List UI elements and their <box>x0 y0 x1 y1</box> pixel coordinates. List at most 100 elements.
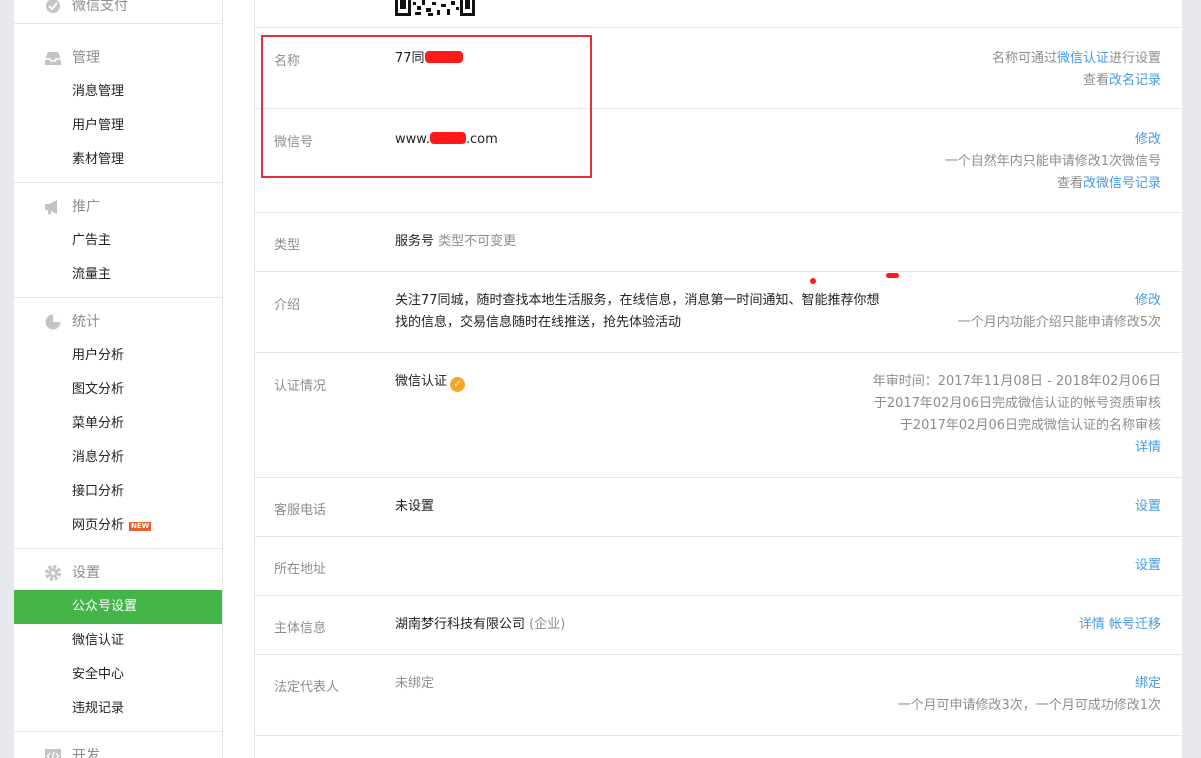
set-phone-link[interactable]: 设置 <box>1135 499 1161 514</box>
sidebar-group-promote: 推广 广告主 流量主 <box>14 190 222 298</box>
wechat-id-hint: 一个自然年内只能申请修改1次微信号 <box>944 154 1161 169</box>
wechat-id-records-link[interactable]: 改微信号记录 <box>1083 176 1161 191</box>
sidebar-item-advertiser[interactable]: 广告主 <box>14 224 222 258</box>
sidebar-group-develop: 开发 <box>14 739 222 758</box>
name-value-text: 77同 <box>395 51 425 66</box>
verification-value-text: 微信认证 <box>395 374 448 389</box>
intro-line-1: 关注77同城，随时查找本地生活服务，在线信息，消息第一时间通知、智能推荐你想 <box>395 293 880 308</box>
account-settings-panel: 名称 77同 名称可通过微信认证进行设置 查看改名记录 微信号 www. .com… <box>254 0 1183 758</box>
account-migration-link[interactable]: 帐号迁移 <box>1109 617 1161 632</box>
sidebar-item-label: 网页分析 <box>72 518 125 533</box>
wechat-id-hints: 修改 一个自然年内只能申请修改1次微信号 查看改微信号记录 <box>945 129 1161 195</box>
sidebar-group-label: 设置 <box>72 565 100 581</box>
sidebar-item-label: 安全中心 <box>72 667 125 682</box>
sidebar-item-api-analysis[interactable]: 接口分析 <box>14 475 222 509</box>
modify-wechat-id-link[interactable]: 修改 <box>1135 132 1161 147</box>
wechat-id-prefix: www. <box>395 132 430 147</box>
wechat-id-value: www. .com <box>395 129 498 151</box>
intro-label: 介绍 <box>274 298 301 313</box>
sidebar-group-label: 推广 <box>72 199 100 215</box>
set-address-link[interactable]: 设置 <box>1135 558 1161 573</box>
legal-rep-label: 法定代表人 <box>274 680 340 695</box>
sidebar-item-traffic-owner[interactable]: 流量主 <box>14 258 222 292</box>
sidebar-item-wechat-verify[interactable]: 微信认证 <box>14 624 222 658</box>
sidebar-group-label: 开发 <box>72 748 100 758</box>
intro-hints: 修改 一个月内功能介绍只能申请修改5次 <box>958 290 1161 334</box>
gear-icon <box>45 565 61 581</box>
sidebar-item-label: 素材管理 <box>72 152 125 167</box>
sidebar-group-title-settings: 设置 <box>14 556 222 590</box>
wechat-verify-link[interactable]: 微信认证 <box>1057 51 1109 66</box>
sidebar-item-user-analysis[interactable]: 用户分析 <box>14 339 222 373</box>
code-icon <box>45 749 61 758</box>
verification-value: 微信认证 ✓ <box>395 371 466 393</box>
sidebar-item-material-management[interactable]: 素材管理 <box>14 143 222 177</box>
wechat-pay-icon <box>46 0 60 13</box>
pie-chart-icon <box>45 314 61 330</box>
wechat-id-row: 微信号 www. .com 修改 一个自然年内只能申请修改1次微信号 查看改微信号… <box>255 109 1182 213</box>
rename-records-link[interactable]: 改名记录 <box>1109 73 1161 88</box>
name-hint-suffix: 进行设置 <box>1108 51 1161 66</box>
wechat-id-suffix: .com <box>465 132 498 147</box>
type-value-text: 服务号 <box>395 234 435 249</box>
name-hints: 名称可通过微信认证进行设置 查看改名记录 <box>992 48 1161 92</box>
annual-review-time: 年审时间：2017年11月08日 - 2018年02月06日 <box>872 374 1161 389</box>
inbox-icon <box>45 52 61 65</box>
sidebar-item-menu-analysis[interactable]: 菜单分析 <box>14 407 222 441</box>
sidebar-item-label: 消息分析 <box>72 450 125 465</box>
modify-intro-link[interactable]: 修改 <box>1135 293 1161 308</box>
sidebar-item-label: 菜单分析 <box>72 416 125 431</box>
redaction-mark <box>424 51 463 63</box>
verified-check-icon: ✓ <box>450 377 466 392</box>
legal-rep-actions: 绑定 一个月可申请修改3次，一个月可成功修改1次 <box>897 673 1161 717</box>
sidebar-group-title-stats: 统计 <box>14 305 222 339</box>
sidebar-item-article-analysis[interactable]: 图文分析 <box>14 373 222 407</box>
sidebar-item-label: 流量主 <box>72 267 112 282</box>
sidebar-group-manage: 管理 消息管理 用户管理 素材管理 <box>14 41 222 183</box>
sidebar-item-label: 接口分析 <box>72 484 125 499</box>
address-actions: 设置 <box>1135 555 1161 577</box>
sidebar-group-title-promote: 推广 <box>14 190 222 224</box>
sidebar-item-web-analysis[interactable]: 网页分析 NEW <box>14 509 222 543</box>
entity-name: 湖南梦行科技有限公司 <box>395 617 526 632</box>
verification-label: 认证情况 <box>274 379 327 394</box>
type-label: 类型 <box>274 238 301 253</box>
service-phone-row: 客服电话 未设置 设置 <box>255 478 1182 537</box>
sidebar-item-violation-records[interactable]: 违规记录 <box>14 692 222 726</box>
sidebar-item-label: 图文分析 <box>72 382 125 397</box>
sidebar-item-security-center[interactable]: 安全中心 <box>14 658 222 692</box>
verification-row: 认证情况 微信认证 ✓ 年审时间：2017年11月08日 - 2018年02月06… <box>255 353 1182 478</box>
entity-details-link[interactable]: 详情 <box>1079 617 1105 632</box>
sidebar-group-title-payment[interactable]: 微信支付 <box>14 0 222 23</box>
sidebar-item-label: 公众号设置 <box>72 599 138 614</box>
legal-rep-hint: 一个月可申请修改3次，一个月可成功修改1次 <box>897 698 1161 713</box>
megaphone-icon <box>45 200 57 214</box>
name-label: 名称 <box>274 54 301 69</box>
sidebar-item-user-management[interactable]: 用户管理 <box>14 109 222 143</box>
name-row: 名称 77同 名称可通过微信认证进行设置 查看改名记录 <box>255 28 1182 109</box>
verification-details: 年审时间：2017年11月08日 - 2018年02月06日 于2017年02月… <box>873 371 1161 459</box>
verification-details-link[interactable]: 详情 <box>1135 440 1161 455</box>
entity-info-label: 主体信息 <box>274 621 327 636</box>
wechat-id-label: 微信号 <box>274 135 314 150</box>
sidebar-item-message-analysis[interactable]: 消息分析 <box>14 441 222 475</box>
red-dash-mark <box>886 273 899 278</box>
sidebar-item-account-settings[interactable]: 公众号设置 <box>14 590 222 624</box>
qualification-review: 于2017年02月06日完成微信认证的帐号资质审核 <box>873 396 1161 411</box>
sidebar-item-label: 用户分析 <box>72 348 125 363</box>
sidebar-item-message-management[interactable]: 消息管理 <box>14 75 222 109</box>
sidebar-item-label: 微信认证 <box>72 633 125 648</box>
entity-actions: 详情 帐号迁移 <box>1079 614 1161 636</box>
sidebar-item-label: 消息管理 <box>72 84 125 99</box>
qr-code-row <box>255 0 1182 28</box>
address-row: 所在地址 设置 <box>255 537 1182 596</box>
bind-legal-rep-link[interactable]: 绑定 <box>1135 676 1161 691</box>
sidebar-group-label: 管理 <box>72 50 100 66</box>
record-prefix: 查看 <box>1056 176 1083 191</box>
redaction-mark <box>429 132 466 144</box>
sidebar-item-label: 广告主 <box>72 233 112 248</box>
sidebar-group-label: 微信支付 <box>72 0 128 14</box>
entity-info-row: 主体信息 湖南梦行科技有限公司 (企业) 详情 帐号迁移 <box>255 596 1182 655</box>
name-hint-prefix: 名称可通过 <box>991 51 1057 66</box>
name-value: 77同 <box>395 48 463 70</box>
